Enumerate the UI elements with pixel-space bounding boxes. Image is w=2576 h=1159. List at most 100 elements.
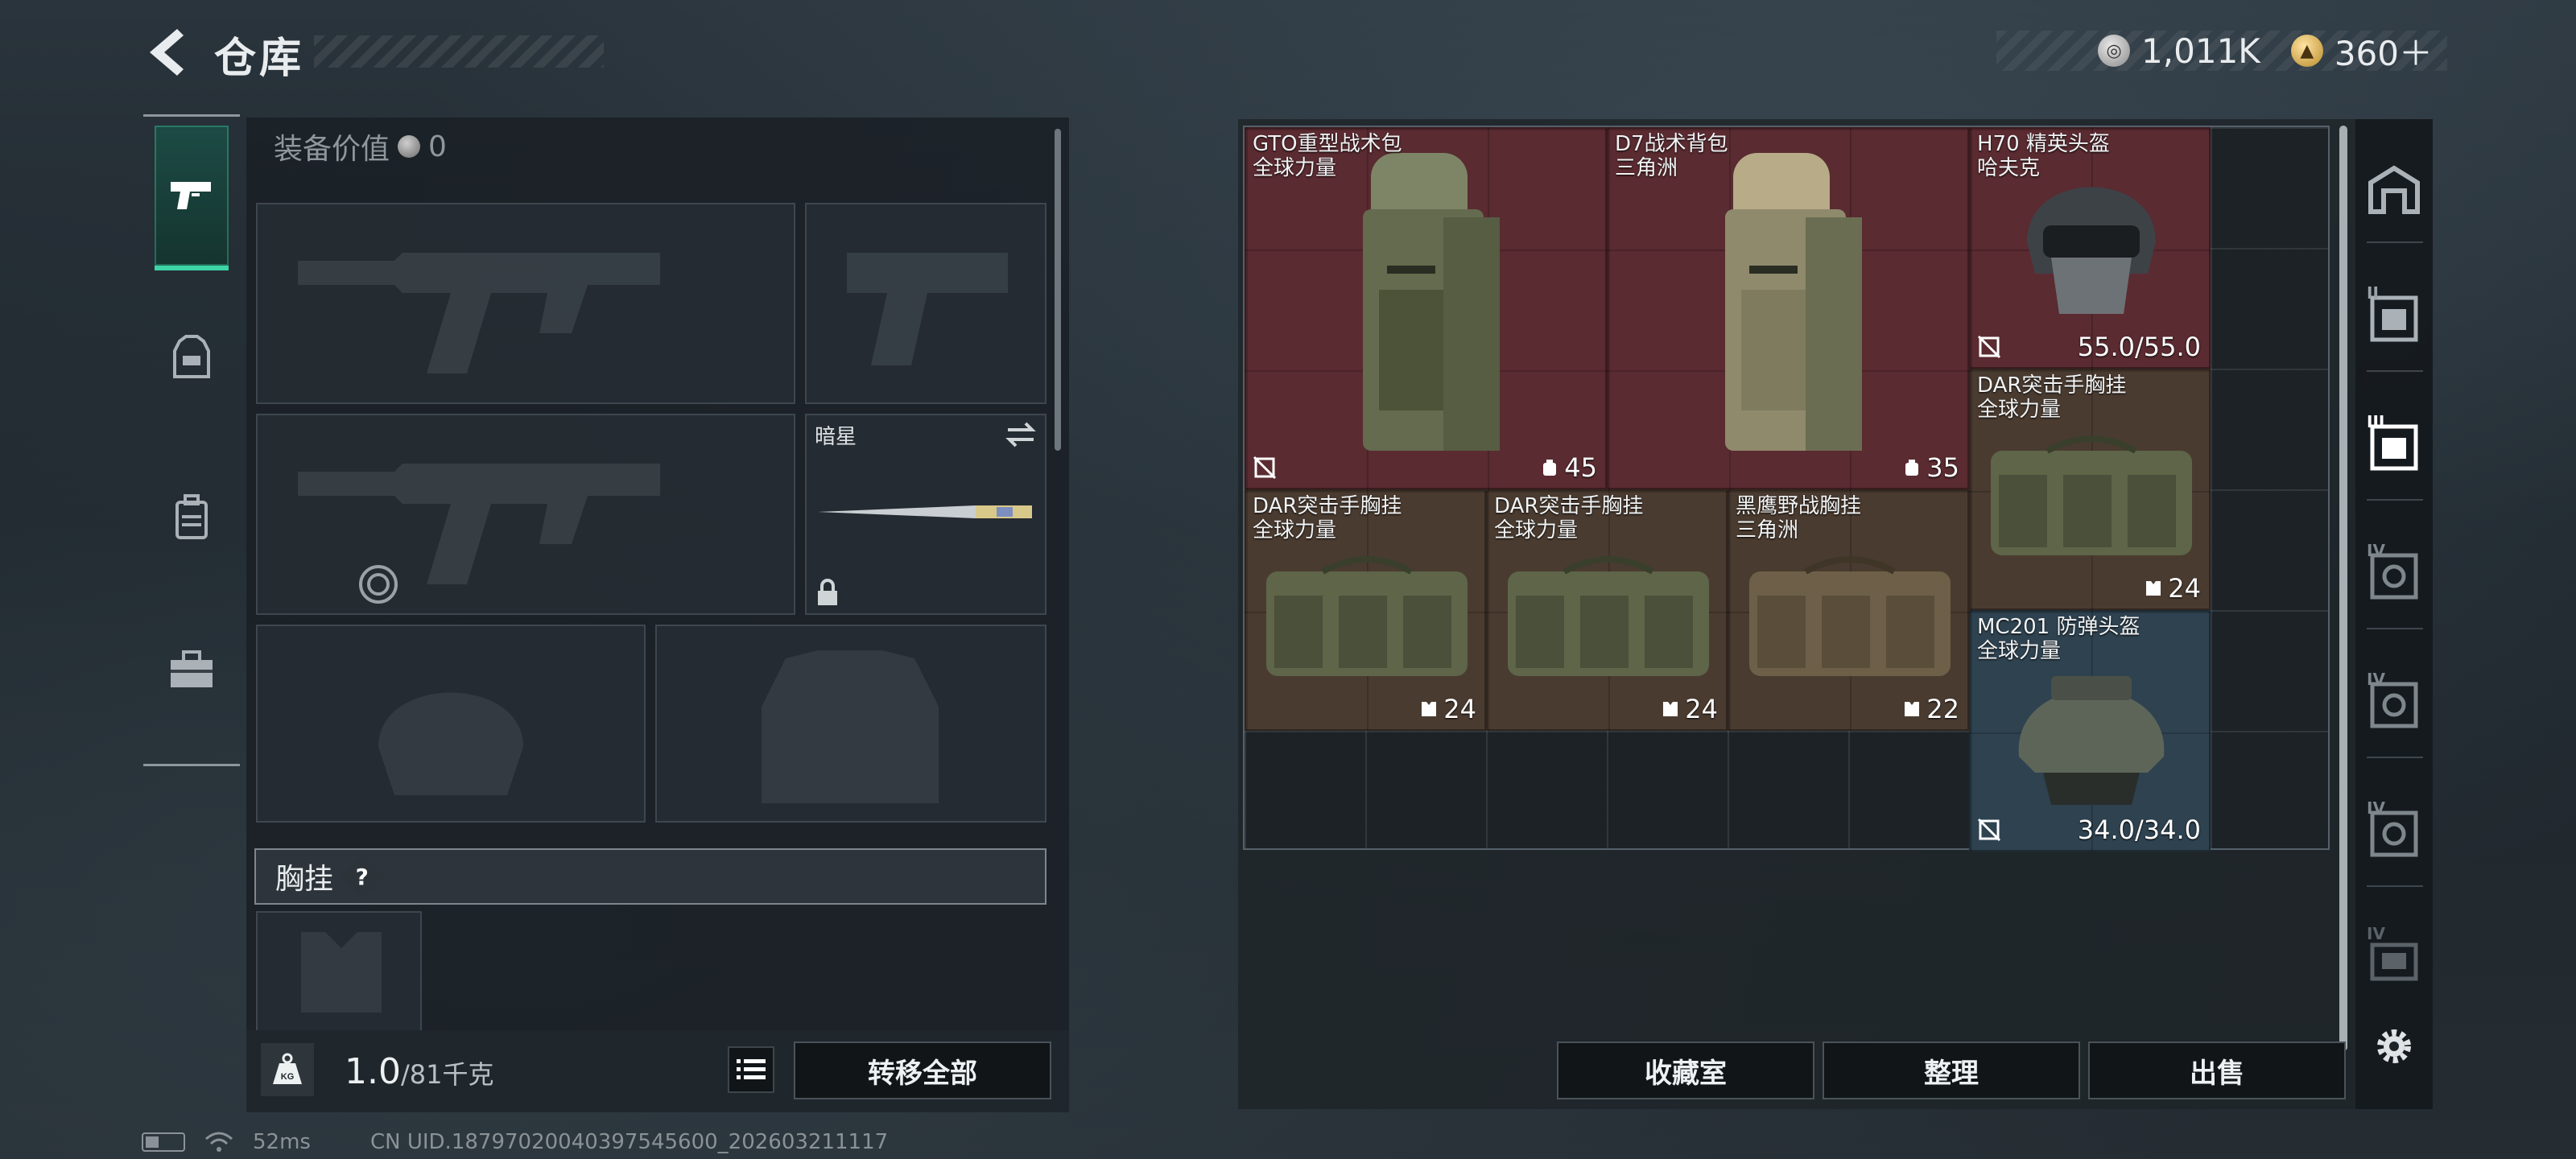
chest-rig-image: [1749, 556, 1951, 676]
tab-armor[interactable]: [155, 285, 229, 430]
warehouse-icon: [2368, 165, 2420, 214]
armor-icon: [173, 335, 210, 378]
backpack-image: [1363, 153, 1500, 451]
item-name: DAR突击手胸挂 全球力量: [1253, 494, 1402, 542]
warehouse-grid: GTO重型战术包 全球力量 45 D7战术背包 三角洲 35 H70 精英头盔 哈夫克: [1243, 126, 2330, 852]
rail-divider: [2367, 370, 2423, 372]
item-capacity: 45: [1540, 452, 1597, 483]
item-durability: 55.0/55.0: [2077, 332, 2201, 362]
chest-rig-image: [1266, 556, 1468, 676]
vest-capacity-icon: [1663, 702, 1678, 716]
item-capacity: 24: [1661, 694, 1718, 724]
silver-coin-icon: [398, 135, 421, 158]
sell-button[interactable]: 出售: [2088, 1041, 2346, 1099]
back-button[interactable]: [138, 24, 195, 80]
body-armor-slot[interactable]: [655, 625, 1046, 823]
storage-tab-level-4b[interactable]: IV: [2360, 660, 2428, 749]
backpack-image: [1725, 153, 1862, 451]
weight-icon: KG: [261, 1043, 314, 1096]
pistol-silhouette-icon: [847, 253, 1008, 365]
settings-button[interactable]: [2360, 1006, 2428, 1087]
svg-text:KG: KG: [281, 1072, 295, 1082]
secondary-weapon-slot[interactable]: [256, 414, 795, 615]
item-capacity: 35: [1902, 452, 1959, 483]
vest-capacity-icon: [2146, 581, 2161, 596]
rail-divider: [2367, 885, 2423, 887]
warehouse-scrollbar[interactable]: [2339, 126, 2347, 1051]
tab-backpack[interactable]: [155, 444, 229, 589]
loadout-scrollbar[interactable]: [1055, 129, 1061, 451]
tab-weapons[interactable]: [155, 126, 229, 270]
no-durability-icon: [1977, 818, 2001, 842]
warehouse-item[interactable]: D7战术背包 三角洲 35: [1607, 127, 1969, 489]
lock-icon: [818, 579, 837, 605]
item-capacity: 24: [1419, 694, 1476, 724]
weight-current: 1.0: [345, 1051, 401, 1092]
item-name: DAR突击手胸挂 全球力量: [1977, 373, 2127, 422]
toolbox-icon: [171, 650, 213, 687]
knife-image: [818, 505, 1032, 518]
vest-capacity-icon: [1905, 702, 1920, 716]
storage-tab-level-2[interactable]: II: [2360, 274, 2428, 362]
status-bar: 52ms CN UID.18797020040397545600_2026032…: [142, 1130, 888, 1154]
rail-divider: [143, 764, 240, 766]
rail-divider: [143, 114, 240, 117]
back-arrow-icon: [150, 29, 184, 76]
rifle-silhouette-icon: [298, 253, 660, 373]
item-capacity: 22: [1902, 694, 1959, 724]
primary-weapon-slot[interactable]: [256, 203, 795, 404]
rail-divider: [2367, 628, 2423, 629]
help-icon[interactable]: ?: [339, 853, 386, 900]
collection-room-button[interactable]: 收藏室: [1557, 1041, 1814, 1099]
helmet-slot[interactable]: [256, 625, 646, 823]
warehouse-item[interactable]: H70 精英头盔 哈夫克 55.0/55.0: [1969, 127, 2211, 369]
storage-tab-level-4d[interactable]: IV: [2360, 918, 2428, 998]
melee-slot[interactable]: 暗星: [805, 414, 1046, 615]
currency-bar: ◎ 1,011K ▲ 360＋: [1996, 31, 2447, 73]
warehouse-item[interactable]: MC201 防弹头盔 全球力量 34.0/34.0: [1969, 610, 2211, 852]
uid-text: CN UID.18797020040397545600_202603211117: [369, 1130, 889, 1154]
rail-divider: [2367, 499, 2423, 501]
gear-icon: [2377, 1029, 2411, 1063]
sidearm-slot[interactable]: [805, 203, 1046, 404]
item-name: GTO重型战术包 全球力量: [1253, 132, 1402, 180]
armor-silhouette-icon: [762, 650, 939, 803]
storage-tab-main[interactable]: [2360, 145, 2428, 233]
storage-tab-level-4a[interactable]: IV: [2360, 531, 2428, 620]
warehouse-item[interactable]: GTO重型战术包 全球力量 45: [1245, 127, 1607, 489]
target-reticle-icon: [359, 565, 398, 604]
warehouse-item[interactable]: DAR突击手胸挂 全球力量 24: [1969, 369, 2211, 610]
chest-rig-header: 胸挂 ?: [254, 848, 1046, 905]
equipment-value-label: 装备价值: [274, 133, 390, 166]
warehouse-item[interactable]: DAR突击手胸挂 全球力量 24: [1486, 489, 1728, 731]
equipment-value: 装备价值 0: [274, 126, 447, 167]
item-durability: 34.0/34.0: [2077, 815, 2201, 845]
chest-rig-label: 胸挂: [275, 863, 334, 896]
item-name: 黑鹰野战胸挂 三角洲: [1736, 494, 1862, 542]
weight-readout: 1.0/81千克: [345, 1051, 494, 1092]
chest-rig-image: [1991, 435, 2192, 555]
page-title: 仓库: [214, 35, 305, 83]
capacity-icon: [1905, 460, 1919, 476]
silver-currency-value: 1,011K: [2141, 31, 2260, 71]
item-name: MC201 防弹头盔 全球力量: [1977, 615, 2140, 663]
warehouse-item[interactable]: DAR突击手胸挂 全球力量 24: [1245, 489, 1486, 731]
ping-text: 52ms: [253, 1130, 311, 1154]
storage-tab-level-4c[interactable]: IV: [2360, 789, 2428, 877]
rail-divider: [2367, 241, 2423, 243]
list-view-button[interactable]: [728, 1046, 774, 1093]
warehouse-item[interactable]: 黑鹰野战胸挂 三角洲 22: [1728, 489, 1969, 731]
swap-icon[interactable]: [1005, 420, 1037, 449]
helmet-silhouette-icon: [378, 692, 523, 795]
silver-coin-icon: ◎: [2098, 35, 2131, 67]
organize-button[interactable]: 整理: [1823, 1041, 2080, 1099]
transfer-all-button[interactable]: 转移全部: [794, 1041, 1051, 1099]
chest-rig-slot[interactable]: [256, 911, 422, 1032]
no-durability-icon: [1253, 456, 1277, 480]
category-rail: [143, 114, 242, 766]
gold-currency-value[interactable]: 360＋: [2334, 27, 2433, 76]
tab-supplies[interactable]: [155, 597, 229, 742]
capacity-icon: [1543, 460, 1557, 476]
wifi-icon: [205, 1132, 233, 1152]
storage-tab-level-3[interactable]: III: [2360, 402, 2428, 491]
